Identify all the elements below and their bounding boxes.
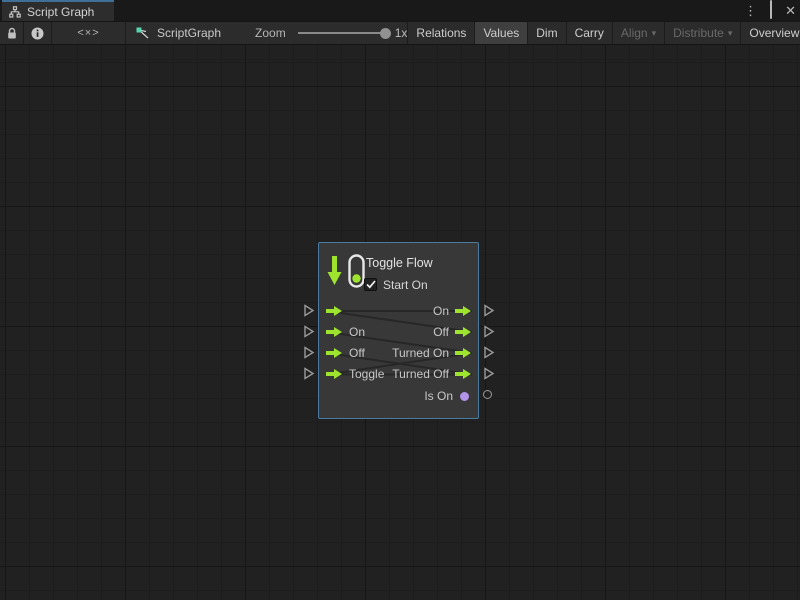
distribute-button[interactable]: Distribute ▾: [664, 22, 740, 44]
graph-hierarchy-icon: [9, 6, 21, 18]
graph-name-label: ScriptGraph: [157, 26, 221, 40]
window-controls: ⋮ ✕: [744, 0, 796, 21]
lock-icon: [6, 27, 18, 40]
script-graph-icon: [135, 26, 151, 41]
overview-button[interactable]: Overview: [740, 22, 800, 44]
chevron-down-icon: ▾: [728, 28, 733, 39]
port-row: Toggle Turned Off: [319, 364, 478, 384]
zoom-value: 1x: [395, 26, 408, 40]
toolbar: <×> ScriptGraph Zoom 1x Relations Values…: [0, 21, 800, 45]
titlebar: Script Graph ⋮ ✕: [0, 0, 800, 21]
toggle-flow-node[interactable]: Toggle Flow Start On On: [318, 242, 479, 419]
start-on-label: Start On: [383, 278, 428, 292]
values-button[interactable]: Values: [474, 22, 527, 44]
flow-output-port[interactable]: Turned On: [392, 346, 472, 360]
close-icon[interactable]: ✕: [785, 0, 796, 21]
flow-arrow-icon: [455, 368, 472, 380]
value-output-port[interactable]: Is On: [424, 389, 469, 403]
graph-canvas[interactable]: Toggle Flow Start On On: [0, 45, 800, 600]
chevron-down-icon: ▾: [652, 28, 657, 39]
zoom-label: Zoom: [255, 26, 286, 40]
flow-arrow-icon: [455, 326, 472, 338]
port-row: On Off: [319, 322, 478, 342]
flow-output-port[interactable]: On: [433, 304, 472, 318]
output-port-marker[interactable]: [483, 325, 495, 338]
code-preview-button[interactable]: <×>: [52, 22, 126, 44]
code-icon: <×>: [77, 27, 99, 39]
flow-output-port[interactable]: Off: [433, 325, 472, 339]
flow-input-port[interactable]: Off: [326, 346, 365, 360]
script-graph-window: Script Graph ⋮ ✕ <×>: [0, 0, 800, 600]
output-port-marker[interactable]: [483, 304, 495, 317]
info-button[interactable]: [24, 22, 52, 44]
port-row: Off Turned On: [319, 343, 478, 363]
input-port-marker[interactable]: [303, 367, 315, 380]
flow-input-port[interactable]: On: [326, 325, 365, 339]
info-icon: [31, 27, 44, 40]
lock-button[interactable]: [0, 22, 24, 44]
flow-output-port[interactable]: Turned Off: [392, 367, 472, 381]
flow-arrow-icon: [455, 305, 472, 317]
flow-arrow-icon: [326, 347, 343, 359]
window-menu-icon[interactable]: ⋮: [744, 0, 757, 21]
flow-arrow-icon: [326, 368, 343, 380]
toggle-switch-icon: [348, 254, 365, 289]
boolean-value-dot-icon: [460, 392, 469, 401]
port-row: Is On: [319, 386, 478, 406]
tab-script-graph[interactable]: Script Graph: [2, 0, 114, 21]
maximize-icon[interactable]: [770, 0, 772, 21]
zoom-slider[interactable]: [298, 32, 386, 34]
node-title: Toggle Flow: [366, 256, 433, 270]
check-icon: [366, 280, 376, 289]
flow-input-port[interactable]: [326, 305, 349, 317]
graph-breadcrumb[interactable]: ScriptGraph: [135, 26, 221, 41]
toolbar-button-cluster: Relations Values Dim Carry Align ▾ Distr…: [407, 22, 800, 44]
dim-button[interactable]: Dim: [527, 22, 565, 44]
flow-arrow-icon: [455, 347, 472, 359]
input-port-marker[interactable]: [303, 346, 315, 359]
port-row: On: [319, 301, 478, 321]
relations-button[interactable]: Relations: [407, 22, 474, 44]
tab-label: Script Graph: [27, 5, 94, 19]
output-port-marker[interactable]: [483, 346, 495, 359]
flow-input-port[interactable]: Toggle: [326, 367, 384, 381]
output-port-marker[interactable]: [483, 367, 495, 380]
flow-arrow-icon: [326, 305, 343, 317]
align-button[interactable]: Align ▾: [612, 22, 664, 44]
carry-button[interactable]: Carry: [566, 22, 612, 44]
flow-down-arrow-icon: [327, 255, 342, 287]
input-port-marker[interactable]: [303, 304, 315, 317]
input-port-marker[interactable]: [303, 325, 315, 338]
zoom-slider-handle[interactable]: [380, 28, 391, 39]
start-on-checkbox[interactable]: [364, 278, 377, 291]
flow-arrow-icon: [326, 326, 343, 338]
value-output-port-marker[interactable]: [483, 390, 492, 399]
